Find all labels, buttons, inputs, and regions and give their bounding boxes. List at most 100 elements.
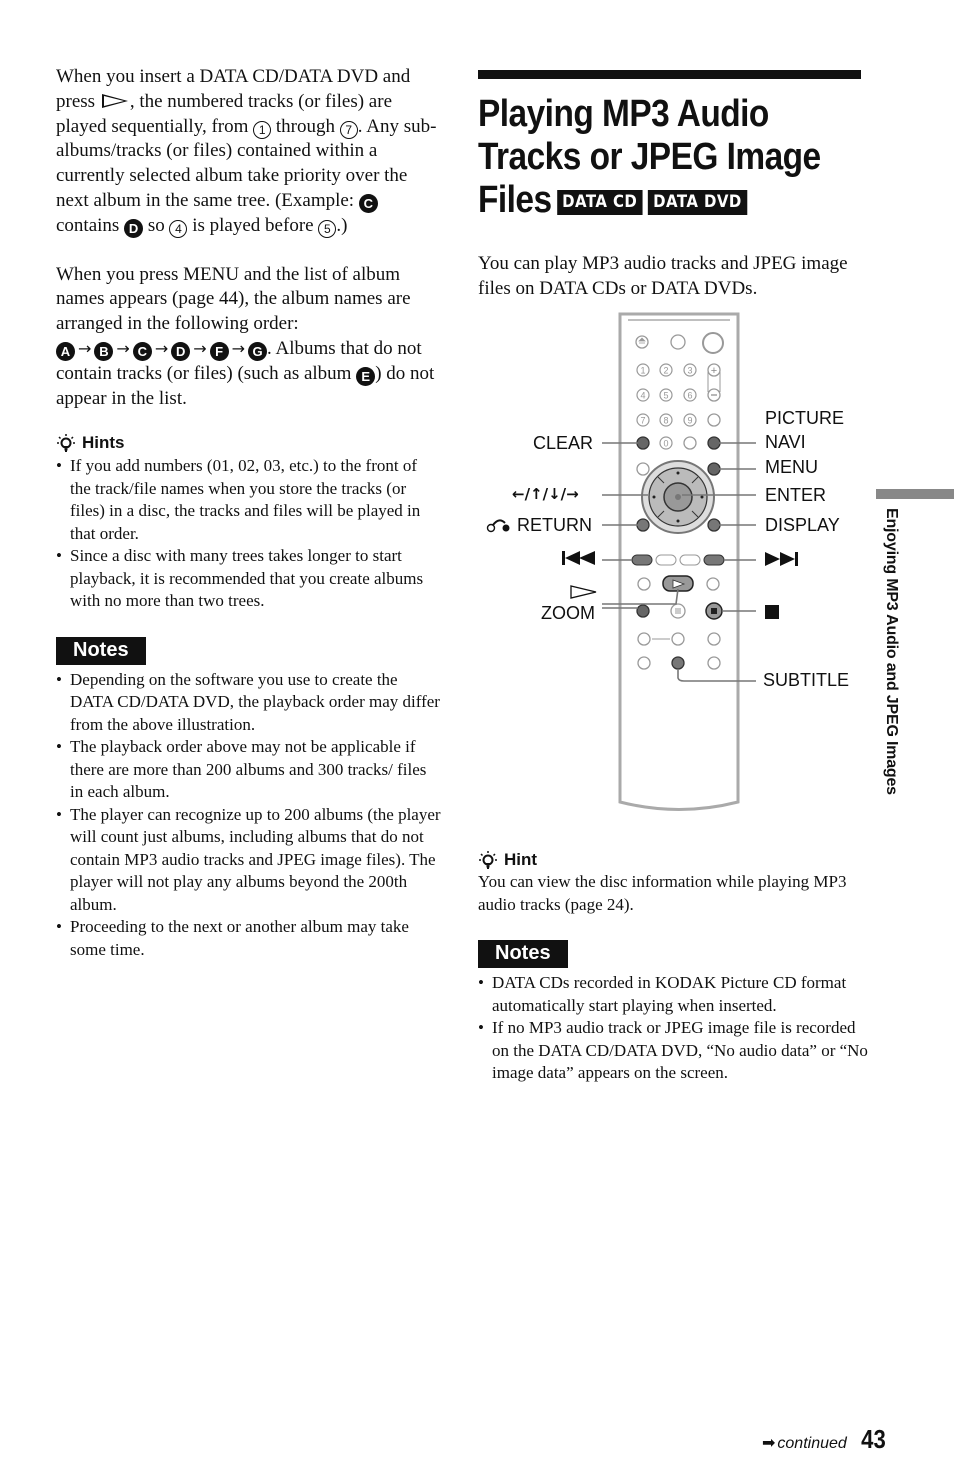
button: [670, 334, 686, 350]
play-icon: [570, 585, 597, 599]
left-column: When you insert a DATA CD/DATA DVD and p…: [56, 65, 441, 961]
side-tab: Enjoying MP3 Audio and JPEG Images: [878, 508, 902, 828]
list-item: The playback order above may not be appl…: [56, 736, 441, 804]
skip-next-icon: [765, 552, 798, 566]
remote-control-figure: 1 2 3 4 5 6 7 8 9 0 + CLEAR ←/↑/↓/→ RETURN ZOOM P…: [478, 312, 878, 822]
album-letter-badge: C: [358, 193, 378, 213]
picture-label: PICTURE: [765, 408, 845, 428]
stop-icon: [765, 605, 779, 619]
text: When you press MENU and the list of albu…: [56, 263, 411, 335]
power-button: [702, 332, 724, 354]
track-number-badge: 1: [253, 120, 272, 139]
display-button: [707, 518, 721, 532]
page-footer: ➡ continued 43: [762, 1424, 888, 1455]
play-icon: [101, 93, 128, 108]
side-tab-bar: [876, 489, 954, 499]
arrow-right-icon: ➡: [762, 1433, 776, 1452]
subtitle-button: [671, 656, 685, 670]
arrow-icon: →: [154, 338, 169, 358]
page-title: Playing MP3 Audio Tracks or JPEG Image F…: [478, 93, 865, 222]
page-number: 43: [860, 1424, 886, 1454]
number-key-label: 7: [640, 416, 645, 426]
list-item: Depending on the software you use to cre…: [56, 669, 441, 737]
menu-label: MENU: [765, 457, 818, 477]
skip-previous-icon: [562, 551, 595, 565]
next-label: [765, 551, 799, 572]
album-letter-badge: A: [56, 341, 75, 361]
hint-text: You can view the disc information while …: [478, 872, 847, 914]
list-item: DATA CDs recorded in KODAK Picture CD fo…: [478, 972, 868, 1017]
number-key-label: 2: [663, 366, 668, 376]
intro-paragraph: You can play MP3 audio tracks and JPEG i…: [478, 253, 848, 299]
text: .): [336, 214, 348, 236]
hints-list: If you add numbers (01, 02, 03, etc.) to…: [56, 455, 441, 613]
right-hint-section: Hint You can view the disc information w…: [478, 850, 868, 1085]
svg-text:+: +: [711, 365, 717, 377]
number-key-label: 4: [640, 391, 645, 401]
return-icon: [486, 519, 510, 533]
clear-button: [636, 436, 650, 450]
zoom-button: [636, 604, 650, 618]
arrow-icon: →: [231, 338, 246, 358]
notes-badge: Notes: [478, 940, 568, 968]
number-key-label: 0: [663, 439, 668, 449]
hints-heading: Hints: [56, 433, 441, 453]
lightbulb-icon: [479, 851, 497, 869]
album-letter-badge: D: [124, 218, 144, 238]
number-key-label: 1: [640, 366, 645, 376]
paragraph-playback-order: When you insert a DATA CD/DATA DVD and p…: [56, 65, 441, 239]
number-key-label: 3: [687, 366, 692, 376]
data-cd-tag: DATA CD: [556, 190, 643, 215]
prev-button: [631, 554, 653, 566]
arrow-icon: →: [116, 338, 130, 358]
arrow-icon: →: [78, 338, 92, 358]
subtitle-label: SUBTITLE: [763, 670, 850, 690]
enter-label: ENTER: [765, 485, 827, 505]
title-line: Tracks or JPEG Image: [478, 136, 821, 178]
list-item: Since a disc with many trees takes longe…: [56, 545, 441, 613]
hint-title: Hint: [504, 850, 538, 869]
remote-control-illustration: 1 2 3 4 5 6 7 8 9 0 +: [602, 312, 756, 811]
track-number-badge: 7: [339, 120, 358, 139]
number-key-label: 9: [687, 416, 692, 426]
stop-label: [765, 603, 779, 624]
track-number-badge: 5: [318, 219, 337, 238]
data-dvd-tag: DATA DVD: [647, 190, 748, 215]
number-key-label: 5: [663, 391, 668, 401]
text: is played before: [187, 214, 319, 236]
list-item: If you add numbers (01, 02, 03, etc.) to…: [56, 455, 441, 545]
picture-navi-button: [707, 436, 721, 450]
zoom-label: ZOOM: [541, 603, 595, 623]
display-label: DISPLAY: [765, 515, 840, 535]
notes-list: DATA CDs recorded in KODAK Picture CD fo…: [478, 972, 868, 1085]
list-item: If no MP3 audio track or JPEG image file…: [478, 1017, 868, 1085]
hints-title: Hints: [82, 433, 125, 453]
return-label: RETURN: [486, 515, 592, 536]
list-item: The player can recognize up to 200 album…: [56, 804, 441, 917]
navi-label: NAVI: [765, 432, 806, 452]
menu-button: [707, 462, 721, 476]
return-button: [636, 518, 650, 532]
text: so: [143, 214, 170, 236]
track-number-badge: 4: [169, 219, 188, 238]
hint-heading: Hint: [478, 850, 868, 870]
text: contains: [56, 214, 125, 236]
album-letter-badge: C: [132, 341, 152, 361]
lightbulb-icon: [57, 434, 75, 453]
text: through: [271, 115, 340, 137]
album-letter-badge: D: [171, 341, 191, 361]
notes-list: Depending on the software you use to cre…: [56, 669, 441, 962]
prev-label: [562, 550, 598, 571]
clear-label: CLEAR: [533, 433, 594, 453]
right-column: Playing MP3 Audio Tracks or JPEG Image F…: [478, 70, 863, 302]
album-letter-badge: G: [248, 341, 268, 361]
title-line: Files: [478, 179, 552, 221]
album-order-sequence: A → B → C → D → F → G: [56, 338, 268, 361]
side-tab-label: Enjoying MP3 Audio and JPEG Images: [883, 508, 900, 795]
number-key-label: 8: [663, 416, 668, 426]
number-key-label: 6: [687, 391, 692, 401]
title-line: Playing MP3 Audio: [478, 93, 769, 135]
list-item: Proceeding to the next or another album …: [56, 916, 441, 961]
arrows-label: ←/↑/↓/→: [512, 485, 579, 503]
section-rule: [478, 70, 861, 79]
